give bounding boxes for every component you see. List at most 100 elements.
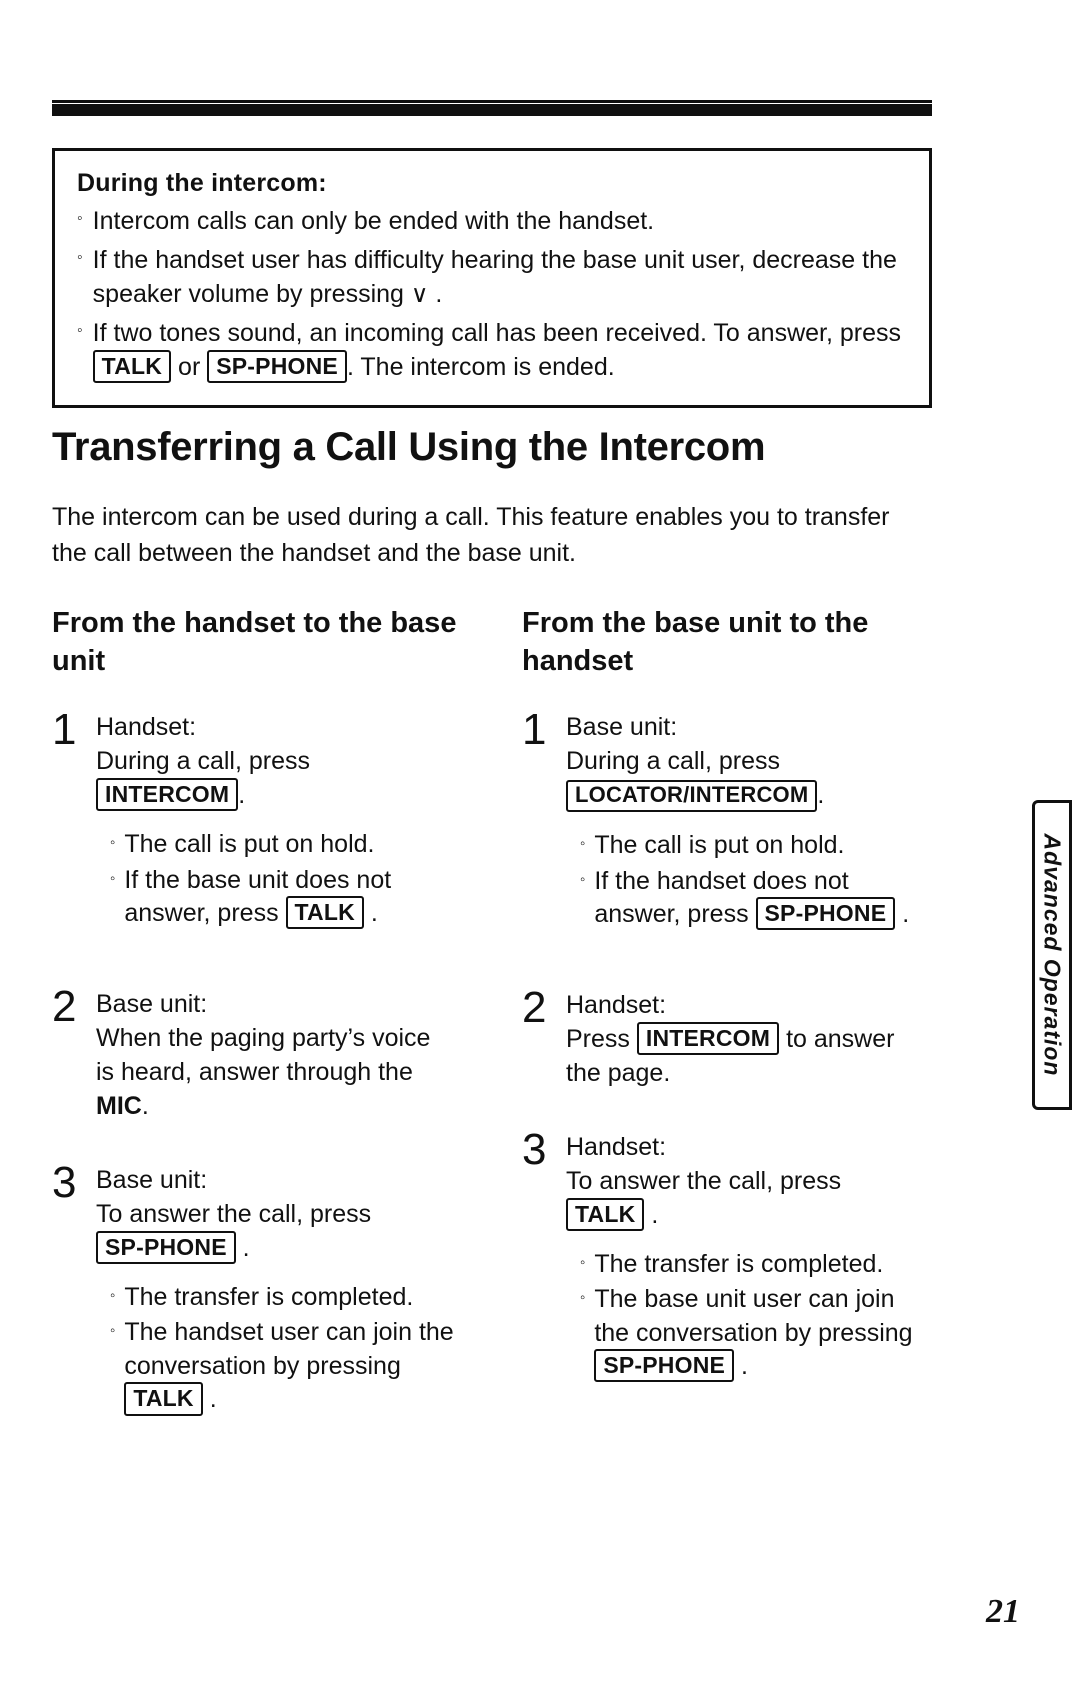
step-bullet-list: ◦ The transfer is completed. ◦ The handset … bbox=[110, 1281, 464, 1417]
step-bullet-list: ◦ The call is put on hold. ◦ If the handset… bbox=[580, 829, 934, 932]
step-number: 1 bbox=[52, 705, 77, 755]
note-bullet: ◦ If two tones sound, an incoming call ha… bbox=[77, 316, 907, 385]
step-line: During a call, press bbox=[96, 747, 310, 776]
step-bullet: ◦ The handset user can join the conversat… bbox=[110, 1316, 464, 1417]
key-label-intercom: INTERCOM bbox=[96, 778, 239, 812]
step-line: When the paging party’s voice bbox=[96, 1023, 431, 1052]
step-spacer bbox=[522, 1396, 934, 1436]
step-bullet: ◦ The transfer is completed. bbox=[110, 1281, 464, 1315]
note-box: During the intercom: ◦ Intercom calls can… bbox=[52, 148, 932, 408]
note-bullet-text: If two tones sound, an incoming call has… bbox=[92, 316, 907, 385]
step-line: Handset: bbox=[566, 1132, 667, 1161]
key-label-locator-intercom: LOCATOR/INTERCOM bbox=[566, 780, 818, 813]
step-line: SP-PHONE . bbox=[96, 1230, 464, 1265]
step: 3 Base unit: To answer the call, press SP-P… bbox=[52, 1159, 464, 1419]
step-line: Base unit: bbox=[96, 1165, 208, 1194]
step-line: MIC. bbox=[96, 1091, 149, 1120]
bullet-marker-icon: ◦ bbox=[110, 1286, 116, 1304]
step-bullet: ◦ The transfer is completed. bbox=[580, 1248, 934, 1282]
step-line: TALK . bbox=[566, 1197, 934, 1232]
step: 2 Handset: Press INTERCOM to answer the pag… bbox=[522, 984, 934, 1090]
column-base-to-handset: From the base unit to the handset 1 Base … bbox=[522, 605, 934, 1436]
key-label-talk: TALK bbox=[285, 896, 364, 930]
key-label-sp-phone: SP-PHONE bbox=[594, 1349, 735, 1383]
key-label-sp-phone: SP-PHONE bbox=[96, 1230, 236, 1264]
step-number: 1 bbox=[522, 705, 547, 755]
note-bullet-text: If the handset user has difficulty heari… bbox=[92, 245, 897, 309]
step-line: is heard, answer through the bbox=[96, 1057, 413, 1086]
step-bullet: ◦ If the base unit does not answer, press… bbox=[110, 864, 464, 931]
page-number: 21 bbox=[986, 1593, 1020, 1630]
step-bullet-text: If the handset does not answer, press SP… bbox=[594, 865, 934, 932]
step-spacer bbox=[52, 1429, 464, 1469]
bullet-marker-icon: ◦ bbox=[77, 248, 83, 266]
bullet-marker-icon: ◦ bbox=[110, 869, 116, 887]
key-label-talk: TALK bbox=[566, 1197, 645, 1231]
step-line: To answer the call, press bbox=[96, 1199, 372, 1228]
step-line: During a call, press bbox=[566, 747, 780, 776]
step-bullet-list: ◦ The call is put on hold. ◦ If the base un… bbox=[110, 828, 464, 931]
key-label-sp-phone: SP-PHONE bbox=[207, 350, 347, 384]
step-bullet: ◦ The call is put on hold. bbox=[580, 829, 934, 863]
step-bullet: ◦ The call is put on hold. bbox=[110, 828, 464, 862]
note-bullet-list: ◦ Intercom calls can only be ended with t… bbox=[77, 204, 907, 385]
note-bullet: ◦ If the handset user has difficulty hear… bbox=[77, 243, 907, 312]
step-bullet-text: The call is put on hold. bbox=[124, 830, 375, 859]
bullet-marker-icon: ◦ bbox=[580, 835, 586, 853]
step-bullet-text: The handset user can join the conversati… bbox=[124, 1316, 464, 1417]
section-tab-label: Advanced Operation bbox=[1039, 833, 1066, 1077]
step-line: To answer the call, press bbox=[566, 1166, 842, 1195]
step-line: the page. bbox=[566, 1058, 671, 1087]
step-bullet-text: If the base unit does not answer, press … bbox=[124, 864, 464, 931]
bullet-marker-icon: ◦ bbox=[580, 1253, 586, 1271]
step-spacer bbox=[52, 1133, 464, 1159]
intro-paragraph: The intercom can be used during a call. … bbox=[52, 503, 890, 567]
step-body: Base unit: During a call, press LOCATOR/IN… bbox=[566, 706, 934, 933]
bullet-marker-icon: ◦ bbox=[580, 1289, 586, 1307]
step: 1 Base unit: During a call, press LOCATOR/I… bbox=[522, 706, 934, 933]
page-top-rule bbox=[52, 104, 932, 116]
note-bullet: ◦ Intercom calls can only be ended with t… bbox=[77, 204, 907, 239]
key-label-sp-phone: SP-PHONE bbox=[755, 897, 896, 931]
step: 3 Handset: To answer the call, press TALK .… bbox=[522, 1126, 934, 1386]
note-bullet-text: Intercom calls can only be ended with th… bbox=[92, 207, 655, 235]
bullet-marker-icon: ◦ bbox=[110, 1322, 116, 1340]
step-bullet-list: ◦ The transfer is completed. ◦ The base uni… bbox=[580, 1248, 934, 1384]
step-body: Base unit: When the paging party’s voice i… bbox=[96, 983, 464, 1123]
step-body: Handset: Press INTERCOM to answer the page… bbox=[566, 984, 934, 1090]
step-spacer bbox=[522, 1100, 934, 1126]
step-number: 3 bbox=[522, 1124, 547, 1174]
bullet-marker-icon: ◦ bbox=[77, 321, 83, 339]
bullet-marker-icon: ◦ bbox=[580, 870, 586, 888]
step-number: 3 bbox=[52, 1157, 77, 1207]
column-handset-to-base: From the handset to the base unit 1 Hands… bbox=[52, 605, 464, 1469]
column-heading-right: From the base unit to the handset bbox=[522, 607, 869, 677]
note-title: During the intercom: bbox=[77, 169, 327, 197]
key-label-intercom: INTERCOM bbox=[636, 1021, 780, 1055]
column-heading-left: From the handset to the base unit bbox=[52, 607, 457, 677]
volume-down-icon: ∨ bbox=[410, 281, 429, 308]
bold-term: MIC bbox=[96, 1091, 142, 1120]
steps-right: 1 Base unit: During a call, press LOCATOR/I… bbox=[522, 706, 934, 1435]
steps-left: 1 Handset: During a call, press INTERCOM. ◦ T… bbox=[52, 706, 464, 1469]
step-line: Handset: bbox=[566, 990, 667, 1019]
step: 2 Base unit: When the paging party’s voice… bbox=[52, 983, 464, 1123]
step: 1 Handset: During a call, press INTERCOM. ◦ T… bbox=[52, 706, 464, 933]
step-bullet-text: The base unit user can join the conversa… bbox=[594, 1283, 934, 1384]
step-line: Handset: bbox=[96, 713, 197, 742]
step-bullet-text: The transfer is completed. bbox=[124, 1282, 414, 1311]
step-body: Base unit: To answer the call, press SP-PH… bbox=[96, 1159, 464, 1419]
step-spacer bbox=[52, 943, 464, 983]
step-line: INTERCOM. bbox=[96, 778, 464, 812]
step-bullet-text: The call is put on hold. bbox=[594, 831, 845, 860]
step-line: Base unit: bbox=[96, 989, 208, 1018]
step-number: 2 bbox=[522, 982, 547, 1032]
step-bullet: ◦ The base unit user can join the convers… bbox=[580, 1283, 934, 1384]
page-title: Transferring a Call Using the Intercom bbox=[52, 425, 766, 469]
step-number: 2 bbox=[52, 981, 77, 1031]
step-bullet-text: The transfer is completed. bbox=[594, 1249, 884, 1278]
step-bullet: ◦ If the handset does not answer, press S… bbox=[580, 865, 934, 932]
step-line: Base unit: bbox=[566, 713, 678, 742]
bullet-marker-icon: ◦ bbox=[110, 834, 116, 852]
key-label-talk: TALK bbox=[92, 350, 172, 384]
